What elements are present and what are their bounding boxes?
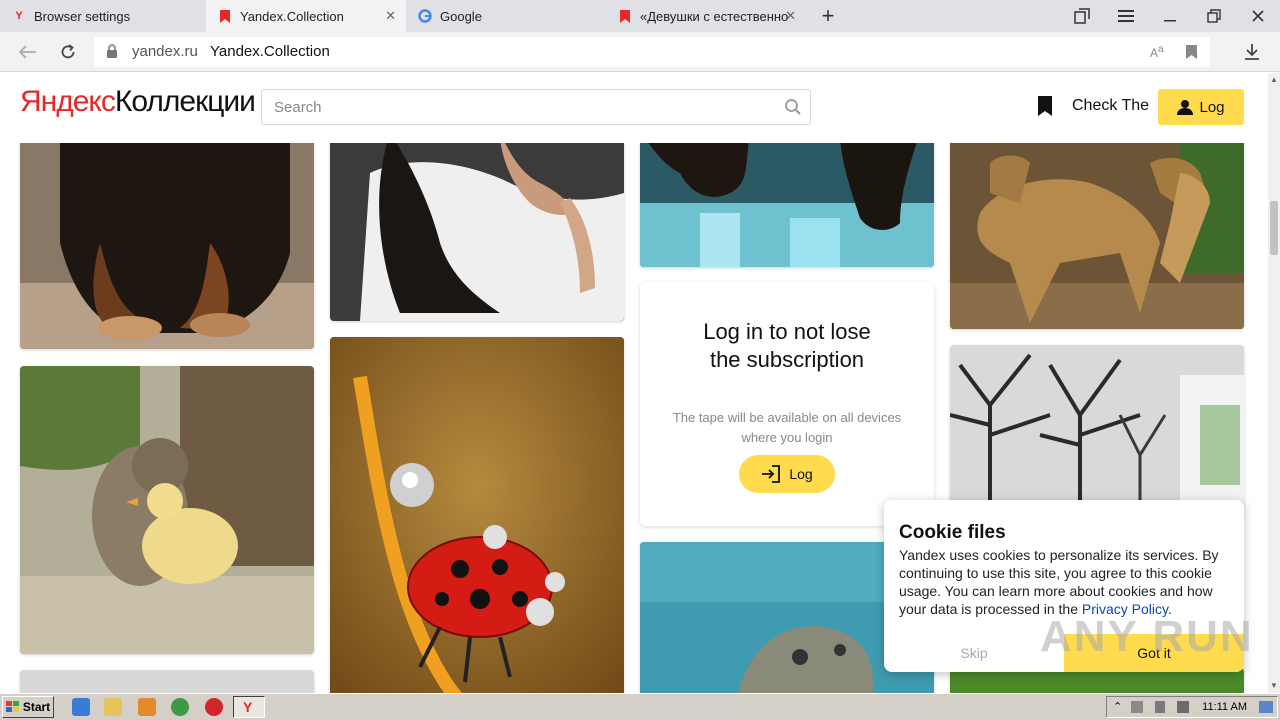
bookmark-icon[interactable] [1186,45,1197,59]
new-tab-button[interactable]: + [818,3,838,28]
opera-icon[interactable] [205,698,223,716]
logo-collections: Коллекции [114,85,256,118]
download-icon[interactable] [1242,42,1262,62]
scroll-up-icon[interactable]: ▲ [1268,73,1280,85]
tab-label: Yandex.Collection [240,8,344,24]
google-icon [418,9,432,23]
cookie-skip-button[interactable]: Skip [884,634,1064,672]
kitten-duckling-image[interactable] [20,366,314,654]
tab-girls-article[interactable]: «Девушки с естественно ✕ [606,0,806,32]
dog-image[interactable] [20,143,314,349]
menu-icon[interactable] [1116,6,1136,26]
cookie-text-block: Yandex uses cookies to personalize its s… [899,546,1234,618]
start-label: Start [22,700,51,714]
tab-label: Google [440,8,482,24]
scrollbar-thumb[interactable] [1270,201,1278,255]
logo-yandex: Яндекс [20,85,116,118]
login-promo-card: Log in to not lose the subscription The … [640,282,934,526]
reload-icon[interactable] [58,42,78,62]
login-promo-button-label: Log [789,466,813,482]
close-icon[interactable]: ✕ [385,8,396,24]
tab-manager-icon[interactable] [1072,6,1092,26]
windows-logo-icon [5,701,19,712]
volume-icon[interactable] [1155,701,1165,713]
back-arrow-icon[interactable] [18,42,38,62]
user-icon [1177,100,1194,115]
restore-icon[interactable] [1204,6,1224,26]
close-icon[interactable]: ✕ [785,8,796,24]
collections-bookmark-icon[interactable] [1036,96,1056,118]
scroll-down-icon[interactable]: ▼ [1268,679,1280,691]
tree-room-image[interactable] [950,345,1244,515]
show-desktop-icon[interactable] [1259,701,1273,713]
yandex-browser-icon: Y [243,699,253,715]
anyrun-watermark: ANY RUN [1040,612,1254,661]
address-bar: yandex.ru Yandex.Collection Aa [0,32,1280,72]
system-tray: ⌃ 11:11 AM [1106,696,1278,718]
search-icon[interactable] [784,98,802,116]
start-button[interactable]: Start [2,696,54,718]
login-promo-title: Log in to not lose the subscription [703,319,871,372]
site-header: ЯндексКоллекции Check The Log [0,73,1268,143]
page-scrollbar[interactable]: ▲ ▼ [1268,73,1280,693]
minimize-icon[interactable] [1160,6,1180,26]
login-promo-button[interactable]: Log [739,455,835,493]
yandex-collections-logo[interactable]: ЯндексКоллекции [20,85,256,119]
folder-icon[interactable] [104,698,122,716]
tab-label: «Девушки с естественно [640,8,788,24]
network-icon[interactable] [1131,701,1143,713]
close-window-icon[interactable] [1248,6,1268,26]
ladybug-image[interactable] [330,337,624,693]
girl-image[interactable] [330,143,624,321]
search-input[interactable] [262,90,772,124]
sign-in-icon [762,465,781,483]
yandex-taskbar-button[interactable]: Y [233,696,265,718]
bookmark-red-icon [618,9,632,23]
coyotes-image[interactable] [950,143,1244,329]
lock-icon [107,44,117,58]
windows-taskbar: Start Y ⌃ 11:11 AM [0,693,1280,720]
login-promo-text: The tape will be available on all device… [672,410,902,445]
tab-label: Browser settings [34,8,131,24]
tab-google[interactable]: Google [406,0,604,32]
yandex-browser-icon: Y [15,10,23,22]
check-the-link[interactable]: Check The [1072,97,1149,115]
horse-water-image[interactable] [640,143,934,267]
translate-icon[interactable]: Aa [1150,44,1164,60]
url-page-title: Yandex.Collection [210,43,330,60]
search-box [261,89,811,125]
bookmark-red-icon [218,9,232,23]
tab-strip: Y Browser settings Yandex.Collection ✕ G… [0,0,1280,32]
media-player-icon[interactable] [138,698,156,716]
chrome-icon[interactable] [171,698,189,716]
login-button[interactable]: Log [1158,89,1244,125]
clock: 11:11 AM [1202,701,1247,713]
omnibox[interactable]: yandex.ru Yandex.Collection Aa [94,37,1210,67]
login-button-label: Log [1199,98,1225,116]
tab-yandex-collection[interactable]: Yandex.Collection ✕ [206,0,406,32]
tray-arrow-icon[interactable]: ⌃ [1113,700,1122,713]
tab-browser-settings[interactable]: Y Browser settings [0,0,205,32]
url-domain: yandex.ru [132,43,198,60]
cookie-title: Cookie files [899,522,1006,543]
flag-icon[interactable] [1177,701,1189,713]
partial-image[interactable] [20,670,314,693]
ie-icon[interactable] [72,698,90,716]
